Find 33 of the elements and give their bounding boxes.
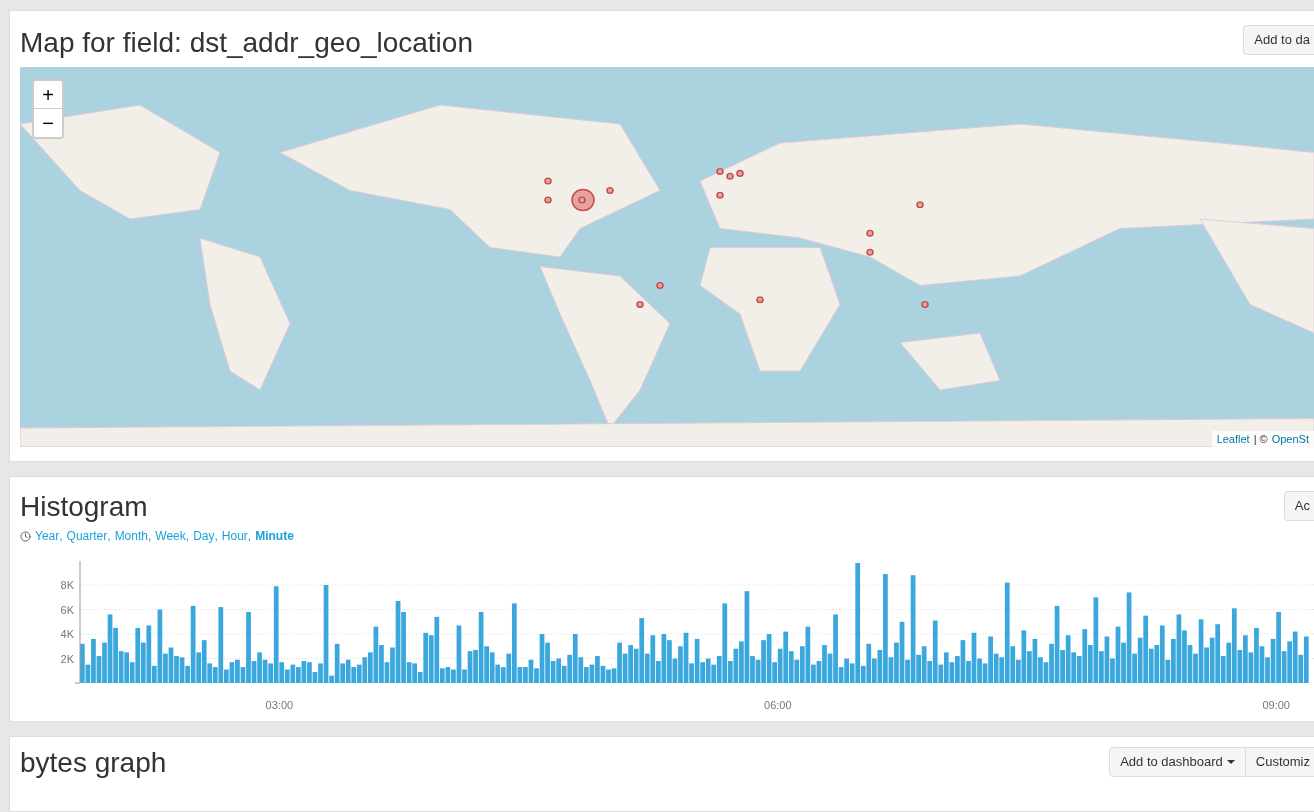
- interval-link[interactable]: Minute: [255, 527, 294, 545]
- y-tick-label: 2K: [60, 652, 74, 665]
- x-tick-label: 09:00: [1262, 699, 1290, 711]
- zoom-in-button[interactable]: +: [34, 81, 62, 109]
- panel-title: bytes graph: [20, 747, 167, 779]
- interval-link[interactable]: Hour: [221, 527, 248, 545]
- interval-link[interactable]: Week: [155, 527, 186, 545]
- attribution-text: | ©: [1253, 431, 1268, 447]
- add-to-dashboard-button[interactable]: Add to da: [1243, 25, 1314, 55]
- panel-title: Map for field: dst_addr_geo_location: [20, 26, 473, 60]
- interval-link[interactable]: Month: [114, 527, 148, 545]
- interval-link[interactable]: Year: [35, 527, 60, 545]
- x-tick-label: 06:00: [764, 699, 792, 711]
- add-to-dashboard-button[interactable]: Add to dashboard: [1109, 747, 1246, 777]
- y-tick-label: 4K: [60, 628, 74, 640]
- interval-link[interactable]: Quarter: [66, 527, 108, 545]
- interval-link[interactable]: Day: [193, 527, 215, 545]
- add-to-dashboard-button[interactable]: Ac: [1283, 491, 1314, 521]
- separator: ,: [148, 528, 152, 545]
- x-tick-label: 03:00: [265, 699, 294, 711]
- leaflet-link[interactable]: Leaflet: [1216, 430, 1250, 447]
- separator: ,: [185, 528, 190, 545]
- map[interactable]: + − Leaflet | © OpenSt: [20, 67, 1314, 447]
- openstreetmap-link[interactable]: OpenSt: [1271, 430, 1309, 447]
- y-tick-label: 6K: [60, 603, 74, 616]
- customize-button[interactable]: Customiz: [1245, 747, 1314, 777]
- separator: ,: [214, 528, 218, 545]
- zoom-out-button[interactable]: −: [34, 109, 62, 137]
- separator: ,: [247, 528, 252, 545]
- panel-title: Histogram: [20, 491, 148, 523]
- separator: ,: [107, 528, 111, 545]
- y-tick-label: 8K: [60, 579, 74, 592]
- separator: ,: [59, 528, 63, 545]
